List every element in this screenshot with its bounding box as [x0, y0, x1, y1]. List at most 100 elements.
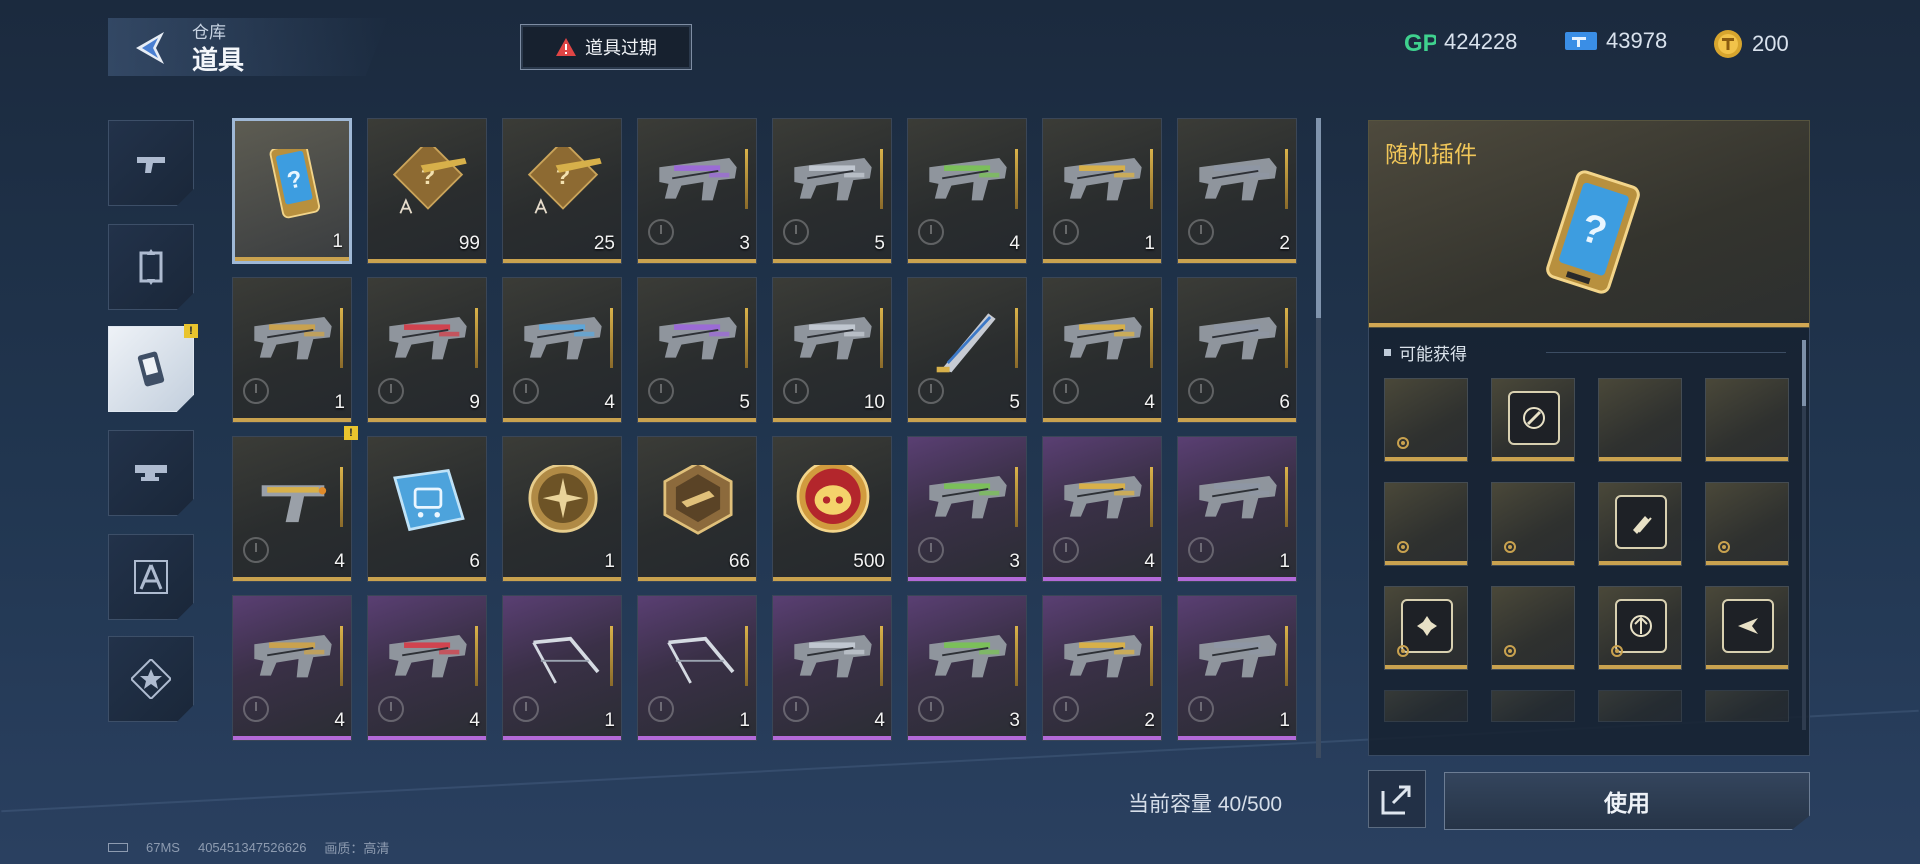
gear-icon	[1397, 541, 1409, 553]
possible-reward-partial[interactable]	[1491, 690, 1575, 722]
inventory-item-rifle[interactable]: 3	[907, 595, 1027, 741]
rifle-icon	[794, 635, 872, 678]
rifle-icon	[929, 476, 1007, 519]
tab-star-badge[interactable]	[108, 636, 194, 722]
tab-pistol[interactable]	[108, 120, 194, 206]
clock-icon	[243, 537, 269, 563]
possible-reward-folder-bullets[interactable]	[1598, 482, 1682, 566]
item-count: 1	[332, 231, 343, 252]
inventory-item-medal[interactable]: 1	[502, 436, 622, 582]
rarity-strip	[1285, 149, 1288, 209]
inventory-item-rifle[interactable]: 5	[772, 118, 892, 264]
possible-reward-partial[interactable]	[1598, 690, 1682, 722]
inventory-item-rifle[interactable]: 1	[1042, 118, 1162, 264]
inventory-item-rifle[interactable]: 3	[637, 118, 757, 264]
clock-icon	[1053, 537, 1079, 563]
possible-reward-gear[interactable]	[1384, 482, 1468, 566]
possible-reward-gear[interactable]	[1384, 378, 1468, 462]
inventory-item-bow[interactable]: 1	[502, 595, 622, 741]
rarity-strip	[340, 467, 343, 527]
clock-icon	[243, 696, 269, 722]
item-count: 5	[1009, 392, 1020, 413]
compass-tool-icon	[134, 560, 168, 594]
possible-reward-folder-arrow[interactable]	[1598, 586, 1682, 670]
detail-title: 随机插件	[1385, 141, 1477, 167]
inventory-item-blueprint-box[interactable]: ? 99	[367, 118, 487, 264]
possible-reward-gear[interactable]	[1705, 482, 1789, 566]
inventory-grid: ? 1? 99? 25 3 5 4 1 2 1 9 4 5 10 5 4 6 4! 6 1 66 500 3 4 1 4 4 1 1 4 3…	[232, 118, 1302, 743]
tab-weapon-mod[interactable]	[108, 430, 194, 516]
back-arrow-icon[interactable]	[128, 26, 172, 70]
inventory-item-rifle[interactable]: 9	[367, 277, 487, 423]
clock-icon	[783, 696, 809, 722]
rarity-bar	[1043, 259, 1161, 263]
inventory-item-rifle[interactable]: 1	[1177, 436, 1297, 582]
item-count: 99	[458, 233, 480, 254]
rewards-scrollbar-thumb[interactable]	[1802, 340, 1806, 406]
inventory-item-bow[interactable]: 1	[637, 595, 757, 741]
inventory-item-rifle[interactable]: 2	[1177, 118, 1297, 264]
possible-reward-gear[interactable]	[1491, 482, 1575, 566]
battery-icon	[108, 843, 128, 852]
inventory-item-rifle[interactable]: 4	[232, 595, 352, 741]
inventory-item-hex-badge[interactable]: 66	[637, 436, 757, 582]
tab-compass-tool[interactable]	[108, 534, 194, 620]
inventory-item-blade[interactable]: 5	[907, 277, 1027, 423]
inventory-item-rifle[interactable]: 4	[1042, 277, 1162, 423]
rarity-bar	[773, 418, 891, 422]
inventory-item-rifle[interactable]: 6	[1177, 277, 1297, 423]
tab-card-frame[interactable]	[108, 224, 194, 310]
rarity-strip	[340, 626, 343, 686]
possible-reward-partial[interactable]	[1384, 690, 1468, 722]
tab-item-card[interactable]	[108, 326, 194, 412]
inventory-item-rifle[interactable]: 4	[1042, 436, 1162, 582]
inventory-item-pistol[interactable]: 4	[232, 436, 352, 582]
gp-icon: GP	[1404, 30, 1436, 56]
possible-reward-blank[interactable]	[1705, 378, 1789, 462]
possible-reward-gear[interactable]	[1491, 586, 1575, 670]
rifle-icon	[254, 317, 332, 360]
inventory-item-rifle[interactable]: 4	[772, 595, 892, 741]
possible-reward-blank[interactable]	[1598, 378, 1682, 462]
inventory-item-rifle[interactable]: 3	[907, 436, 1027, 582]
item-expire-button[interactable]: 道具过期	[520, 24, 692, 70]
inventory-item-rifle[interactable]: 5	[637, 277, 757, 423]
inventory-item-pig-coin[interactable]: 500	[772, 436, 892, 582]
item-alert-badge: !	[344, 426, 358, 440]
rarity-bar	[233, 736, 351, 740]
inventory-item-rifle[interactable]: 1	[1177, 595, 1297, 741]
grid-scrollbar-thumb[interactable]	[1316, 118, 1321, 318]
rifle-icon	[794, 158, 872, 201]
inventory-item-mystery-card[interactable]: ? 1	[232, 118, 352, 264]
currency-gp: GP 424228	[1404, 28, 1517, 56]
possible-reward-folder-wing[interactable]	[1705, 586, 1789, 670]
rarity-bar	[1492, 561, 1574, 565]
rarity-bar	[908, 259, 1026, 263]
possible-reward-partial[interactable]	[1705, 690, 1789, 722]
inventory-item-chip[interactable]: 6	[367, 436, 487, 582]
bullet-square	[1384, 349, 1391, 356]
inventory-item-rifle[interactable]: 1	[232, 277, 352, 423]
use-button[interactable]: 使用	[1444, 772, 1810, 830]
possible-reward-folder-cross[interactable]	[1384, 586, 1468, 670]
inventory-item-rifle[interactable]: 4	[367, 595, 487, 741]
inventory-item-rifle[interactable]: 2	[1042, 595, 1162, 741]
hex-badge-icon	[663, 465, 733, 535]
rifle-icon	[1064, 476, 1142, 519]
folder-glyph-icon	[1738, 618, 1758, 634]
clock-icon	[648, 378, 674, 404]
inventory-item-rifle[interactable]: 4	[502, 277, 622, 423]
share-button[interactable]	[1368, 770, 1426, 828]
rifle-icon	[1199, 317, 1277, 360]
blueprint-box-icon: ?	[527, 147, 602, 214]
item-expire-label: 道具过期	[585, 38, 657, 58]
ticket-icon	[1565, 32, 1597, 50]
clock-icon	[378, 696, 404, 722]
inventory-item-rifle[interactable]: 10	[772, 277, 892, 423]
possible-reward-folder-shield[interactable]	[1491, 378, 1575, 462]
rarity-bar	[1385, 561, 1467, 565]
rarity-bar	[1706, 457, 1788, 461]
inventory-item-rifle[interactable]: 4	[907, 118, 1027, 264]
inventory-item-blueprint-box[interactable]: ? 25	[502, 118, 622, 264]
warning-icon	[556, 38, 576, 56]
